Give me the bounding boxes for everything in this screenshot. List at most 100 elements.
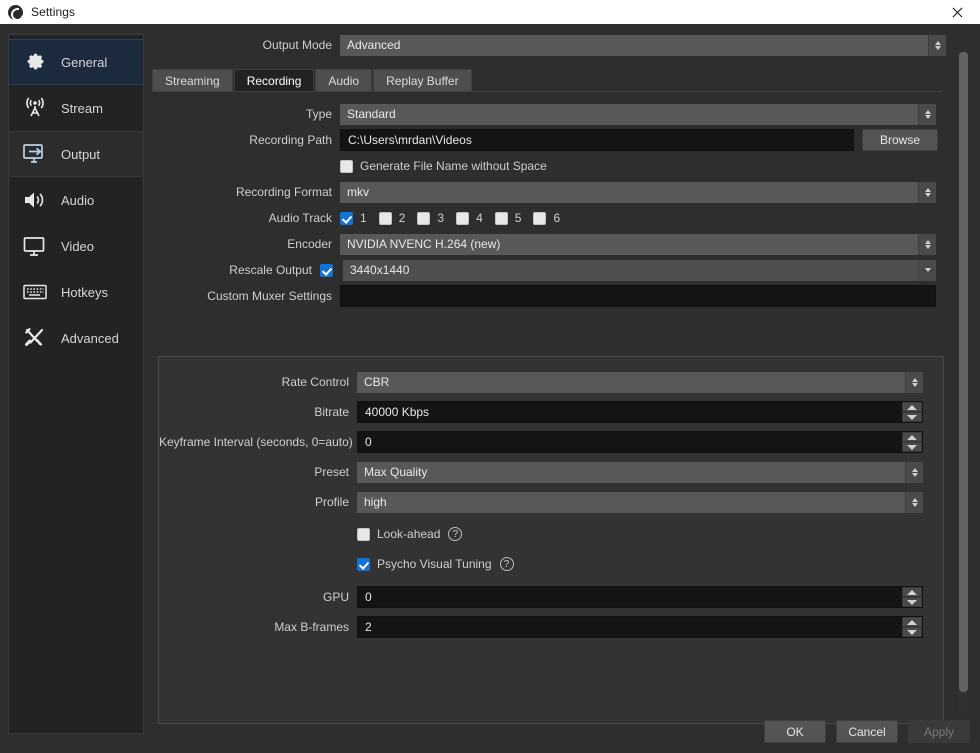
sidebar-item-audio[interactable]: Audio	[9, 177, 143, 223]
output-mode-row: Output Mode Advanced	[150, 34, 970, 56]
sidebar-item-label: Audio	[61, 192, 95, 208]
chevron-updown-icon[interactable]	[928, 34, 946, 56]
sidebar-item-advanced[interactable]: Advanced	[9, 315, 143, 361]
preset-select[interactable]: Max Quality	[357, 461, 923, 483]
sidebar-item-hotkeys[interactable]: Hotkeys	[9, 269, 143, 315]
rate-control-select[interactable]: CBR	[357, 371, 923, 393]
generate-no-space-row: Generate File Name without Space	[150, 155, 970, 177]
recording-path-value: C:\Users\mrdan\Videos	[348, 133, 472, 147]
recording-format-select[interactable]: mkv	[340, 181, 936, 203]
generate-no-space-label: Generate File Name without Space	[360, 159, 547, 173]
help-icon[interactable]: ?	[448, 527, 463, 541]
audio-track-6-checkbox[interactable]	[533, 211, 547, 225]
sidebar-item-label: General	[61, 54, 108, 70]
max-bframes-input[interactable]: 2	[357, 616, 923, 638]
apply-button[interactable]: Apply	[908, 720, 970, 743]
stepper-up-icon[interactable]	[902, 587, 922, 597]
encoder-settings-group: Rate Control CBR Bitrate 40000 Kbps Keyf…	[158, 356, 944, 724]
recording-path-input[interactable]: C:\Users\mrdan\Videos	[340, 129, 854, 151]
stepper-up-icon[interactable]	[902, 617, 922, 627]
tab-underline	[152, 91, 942, 92]
profile-value: high	[364, 495, 387, 509]
tab-recording[interactable]: Recording	[233, 69, 315, 91]
generate-no-space-checkbox[interactable]	[340, 159, 353, 173]
rescale-output-label: Rescale Output	[229, 263, 312, 277]
stepper-up-icon[interactable]	[902, 432, 922, 442]
stepper-down-icon[interactable]	[902, 627, 922, 637]
gear-icon	[21, 49, 49, 75]
look-ahead-checkbox[interactable]	[357, 527, 370, 541]
max-bframes-value: 2	[365, 620, 372, 634]
sidebar-item-label: Advanced	[61, 330, 119, 346]
audio-track-3-label: 3	[437, 211, 445, 225]
window-titlebar: Settings	[0, 0, 980, 24]
chevron-updown-icon[interactable]	[918, 181, 936, 203]
tab-replay-buffer[interactable]: Replay Buffer	[373, 69, 472, 91]
preset-value: Max Quality	[364, 465, 428, 479]
recording-path-label: Recording Path	[249, 133, 332, 147]
bitrate-input[interactable]: 40000 Kbps	[357, 401, 923, 423]
audio-track-5-checkbox[interactable]	[494, 211, 508, 225]
type-select[interactable]: Standard	[340, 103, 936, 125]
output-icon	[21, 141, 49, 167]
output-mode-select[interactable]: Advanced	[340, 34, 946, 56]
chevron-updown-icon[interactable]	[905, 491, 923, 513]
audio-track-2-checkbox[interactable]	[378, 211, 392, 225]
chevron-updown-icon[interactable]	[918, 233, 936, 255]
tab-streaming[interactable]: Streaming	[152, 69, 233, 91]
max-bframes-stepper[interactable]	[902, 617, 922, 637]
recording-path-row: Recording Path C:\Users\mrdan\Videos Bro…	[150, 129, 970, 151]
profile-select[interactable]: high	[357, 491, 923, 513]
psycho-visual-tuning-row: Psycho Visual Tuning ?	[159, 553, 931, 575]
recording-format-row: Recording Format mkv	[150, 181, 970, 203]
content-scrollbar-thumb[interactable]	[959, 52, 968, 692]
audio-track-3-checkbox[interactable]	[417, 211, 431, 225]
encoder-select[interactable]: NVIDIA NVENC H.264 (new)	[340, 233, 936, 255]
sidebar-item-general[interactable]: General	[9, 39, 143, 85]
preset-label: Preset	[314, 465, 349, 479]
sidebar-item-video[interactable]: Video	[9, 223, 143, 269]
bitrate-stepper[interactable]	[902, 402, 922, 422]
psycho-visual-tuning-checkbox[interactable]	[357, 557, 370, 571]
settings-window: General Stream Output Audio Video Hotkey…	[0, 24, 980, 753]
audio-track-1-checkbox[interactable]	[340, 211, 353, 225]
ok-button[interactable]: OK	[764, 720, 826, 743]
recording-format-value: mkv	[347, 185, 369, 199]
rescale-output-select[interactable]: 3440x1440	[343, 259, 936, 281]
chevron-down-icon[interactable]	[918, 259, 936, 281]
rescale-output-checkbox[interactable]	[320, 263, 333, 277]
sidebar-item-output[interactable]: Output	[9, 131, 143, 177]
keyframe-interval-input[interactable]: 0	[357, 431, 923, 453]
keyframe-interval-stepper[interactable]	[902, 432, 922, 452]
sidebar-item-stream[interactable]: Stream	[9, 85, 143, 131]
stepper-down-icon[interactable]	[902, 412, 922, 422]
tools-icon	[21, 325, 49, 351]
dialog-buttons: OK Cancel Apply	[764, 720, 970, 743]
gpu-stepper[interactable]	[902, 587, 922, 607]
help-icon[interactable]: ?	[499, 557, 514, 571]
rate-control-row: Rate Control CBR	[159, 371, 931, 393]
profile-label: Profile	[314, 495, 349, 509]
custom-muxer-input[interactable]	[340, 285, 936, 307]
chevron-updown-icon[interactable]	[918, 103, 936, 125]
stepper-down-icon[interactable]	[902, 442, 922, 452]
output-mode-label: Output Mode	[262, 38, 332, 52]
broadcast-icon	[21, 95, 49, 121]
cancel-button[interactable]: Cancel	[836, 720, 898, 743]
browse-button[interactable]: Browse	[862, 129, 938, 151]
tab-audio[interactable]: Audio	[315, 69, 373, 91]
settings-sidebar: General Stream Output Audio Video Hotkey…	[8, 34, 144, 734]
audio-track-6-label: 6	[553, 211, 561, 225]
stepper-down-icon[interactable]	[902, 597, 922, 607]
chevron-updown-icon[interactable]	[905, 461, 923, 483]
keyboard-icon	[21, 279, 49, 305]
obs-logo-icon	[8, 4, 23, 20]
gpu-label: GPU	[322, 590, 349, 604]
stepper-up-icon[interactable]	[902, 402, 922, 412]
gpu-input[interactable]: 0	[357, 586, 923, 608]
chevron-updown-icon[interactable]	[905, 371, 923, 393]
close-icon[interactable]	[935, 0, 980, 24]
audio-track-4-checkbox[interactable]	[456, 211, 470, 225]
rate-control-value: CBR	[364, 375, 390, 389]
output-mode-value: Advanced	[347, 38, 401, 52]
